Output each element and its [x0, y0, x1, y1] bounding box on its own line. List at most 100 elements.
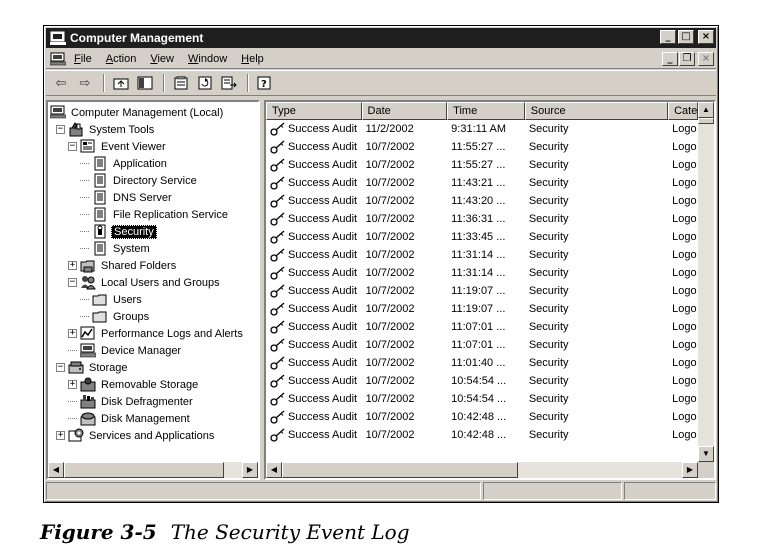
tree-item-computer-management-local[interactable]: Computer Management (Local) [49, 104, 225, 121]
tree-scroll-left-button[interactable]: ◀ [48, 462, 64, 478]
collapse-icon[interactable]: − [56, 125, 65, 134]
tree-item-users[interactable]: Users [80, 291, 144, 308]
table-row[interactable]: Success Audit 10/7/2002 11:19:07 ... Securi… [266, 300, 698, 318]
table-row[interactable]: Success Audit 10/7/2002 11:31:14 ... Securi… [266, 264, 698, 282]
list-vscroll-thumb[interactable] [698, 118, 714, 124]
export-list-icon[interactable] [218, 73, 240, 93]
cell-source: Security [528, 285, 569, 297]
cell-time: 11:55:27 ... [451, 141, 506, 153]
removable-storage-icon [80, 377, 96, 392]
tree-item-local-users-and-groups[interactable]: − Local Users and Groups [68, 274, 222, 291]
tree-item-services-and-applications[interactable]: + Services and Applications [56, 427, 216, 444]
table-row[interactable]: Success Audit 10/7/2002 10:54:54 ... Securi… [266, 372, 698, 390]
tree-item-shared-folders[interactable]: + Shared Folders [68, 257, 178, 274]
tree-scroll-right-button[interactable]: ▶ [242, 462, 258, 478]
tree-item-groups[interactable]: Groups [80, 308, 151, 325]
tree-item-directory-service[interactable]: Directory Service [80, 172, 199, 189]
list-hscroll-thumb[interactable] [282, 462, 518, 478]
expand-icon[interactable]: + [68, 329, 77, 338]
event-type-label: Success Audit [288, 285, 358, 297]
table-row[interactable]: Success Audit 10/7/2002 11:07:01 ... Securi… [266, 318, 698, 336]
tree-item-device-manager[interactable]: Device Manager [68, 342, 183, 359]
cell-date: 10/7/2002 [365, 411, 415, 423]
tree-item-system-tools[interactable]: − System Tools [56, 121, 156, 138]
refresh-icon[interactable] [194, 73, 216, 93]
key-icon [270, 194, 286, 208]
close-button[interactable]: × [698, 30, 714, 44]
tree-item-label: Local Users and Groups [101, 276, 220, 289]
collapse-icon[interactable]: − [56, 363, 65, 372]
tree-item-disk-defragmenter[interactable]: Disk Defragmenter [68, 393, 195, 410]
tree-item-disk-management[interactable]: Disk Management [68, 410, 192, 427]
column-header-time[interactable]: Time [447, 102, 525, 120]
table-row[interactable]: Success Audit 10/7/2002 11:43:21 ... Securi… [266, 174, 698, 192]
collapse-icon[interactable]: − [68, 278, 77, 287]
maximize-button[interactable]: □ [678, 30, 694, 44]
child-minimize-button[interactable]: _ [662, 52, 678, 66]
event-list[interactable]: Type Date Time Source Cate Success Audit… [264, 100, 716, 480]
forward-arrow-icon[interactable]: ⇨ [74, 73, 96, 93]
tree-item-removable-storage[interactable]: + Removable Storage [68, 376, 200, 393]
table-row[interactable]: Success Audit 10/7/2002 11:33:45 ... Securi… [266, 228, 698, 246]
table-row[interactable]: Success Audit 11/2/2002 9:31:11 AM Security… [266, 120, 698, 138]
cell-date: 10/7/2002 [365, 213, 415, 225]
column-header-type[interactable]: Type [266, 102, 362, 120]
scroll-down-button[interactable]: ▼ [698, 446, 714, 462]
table-row[interactable]: Success Audit 10/7/2002 10:54:54 ... Securi… [266, 390, 698, 408]
minimize-button[interactable]: _ [660, 30, 676, 44]
table-row[interactable]: Success Audit 10/7/2002 11:55:27 ... Securi… [266, 156, 698, 174]
properties-icon[interactable] [170, 73, 192, 93]
tree-item-dns-server[interactable]: DNS Server [80, 189, 174, 206]
menu-help[interactable]: Help [241, 53, 264, 65]
cell-source: Security [528, 159, 569, 171]
table-row[interactable]: Success Audit 10/7/2002 11:43:20 ... Securi… [266, 192, 698, 210]
collapse-icon[interactable]: − [68, 142, 77, 151]
list-horizontal-scrollbar[interactable]: ◀ ▶ [266, 462, 698, 478]
title-bar[interactable]: Computer Management _ □ × [46, 28, 716, 48]
column-header-category[interactable]: Cate [668, 102, 698, 120]
list-scroll-left-button[interactable]: ◀ [266, 462, 282, 478]
table-row[interactable]: Success Audit 10/7/2002 10:42:48 ... Securi… [266, 426, 698, 444]
menu-window[interactable]: Window [188, 53, 227, 65]
cell-time: 11:07:01 ... [451, 339, 506, 351]
tree-item-file-replication-service[interactable]: File Replication Service [80, 206, 230, 223]
tree-item-storage[interactable]: − Storage [56, 359, 130, 376]
menu-view[interactable]: View [150, 53, 174, 65]
cell-time: 11:43:20 ... [451, 195, 506, 207]
table-row[interactable]: Success Audit 10/7/2002 10:42:48 ... Securi… [266, 408, 698, 426]
expand-icon[interactable]: + [68, 380, 77, 389]
tree-item-event-viewer[interactable]: − Event Viewer [68, 138, 168, 155]
tree-item-performance-logs-and-alerts[interactable]: + Performance Logs and Alerts [68, 325, 245, 342]
table-row[interactable]: Success Audit 10/7/2002 11:31:14 ... Securi… [266, 246, 698, 264]
scroll-up-button[interactable]: ▲ [698, 102, 714, 118]
console-icon[interactable] [49, 52, 67, 66]
child-restore-button[interactable]: ❐ [679, 52, 695, 66]
log-icon [92, 190, 108, 205]
up-folder-icon[interactable] [110, 73, 132, 93]
table-row[interactable]: Success Audit 10/7/2002 11:36:31 ... Securi… [266, 210, 698, 228]
event-type-label: Success Audit [288, 339, 358, 351]
expand-icon[interactable]: + [56, 431, 65, 440]
menu-file[interactable]: File [74, 53, 92, 65]
back-arrow-icon[interactable]: ⇦ [50, 73, 72, 93]
table-row[interactable]: Success Audit 10/7/2002 11:19:07 ... Securi… [266, 282, 698, 300]
column-header-source[interactable]: Source [524, 102, 669, 120]
tree-scroll-thumb[interactable] [64, 462, 224, 478]
tree-item-security[interactable]: Security [80, 223, 157, 240]
tree-item-application[interactable]: Application [80, 155, 169, 172]
child-close-button[interactable]: × [698, 52, 714, 66]
help-icon[interactable]: ? [254, 73, 276, 93]
tree-horizontal-scrollbar[interactable]: ◀ ▶ [48, 462, 258, 478]
menu-action[interactable]: Action [106, 53, 137, 65]
expand-icon[interactable]: + [68, 261, 77, 270]
cell-date: 10/7/2002 [365, 141, 415, 153]
list-vertical-scrollbar[interactable]: ▲ ▼ [698, 102, 714, 462]
console-tree[interactable]: Computer Management (Local) − System Tools… [46, 100, 260, 480]
show-hide-tree-icon[interactable] [134, 73, 156, 93]
table-row[interactable]: Success Audit 10/7/2002 11:07:01 ... Securi… [266, 336, 698, 354]
list-scroll-right-button[interactable]: ▶ [682, 462, 698, 478]
column-header-date[interactable]: Date [361, 102, 448, 120]
table-row[interactable]: Success Audit 10/7/2002 11:01:40 ... Securi… [266, 354, 698, 372]
tree-item-system[interactable]: System [80, 240, 152, 257]
table-row[interactable]: Success Audit 10/7/2002 11:55:27 ... Securi… [266, 138, 698, 156]
